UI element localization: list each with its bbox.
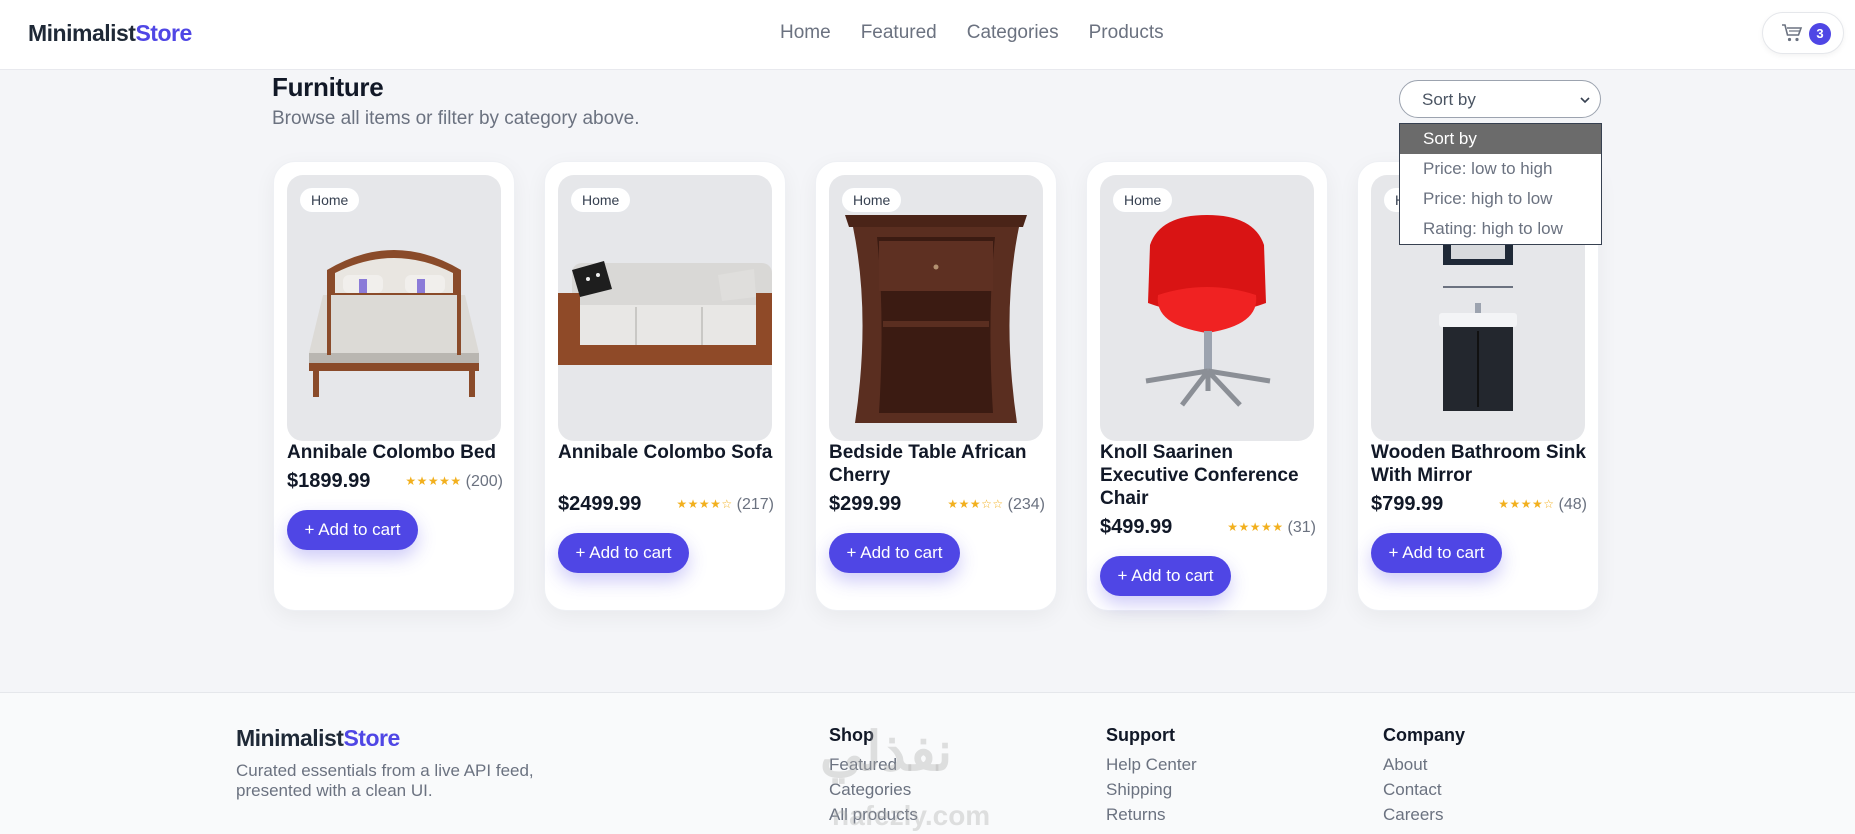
- footer-link-categories[interactable]: Categories: [829, 777, 918, 802]
- cart-icon: [1782, 24, 1803, 42]
- nav-featured[interactable]: Featured: [861, 22, 937, 44]
- review-count: (48): [1558, 496, 1587, 513]
- bed-image: [309, 250, 479, 397]
- sort-dropdown-menu: Sort by Price: low to high Price: high t…: [1399, 123, 1602, 245]
- cart-count-badge: 3: [1809, 23, 1831, 45]
- product-price: $499.99: [1100, 516, 1173, 538]
- footer-link-help-center[interactable]: Help Center: [1106, 752, 1197, 777]
- footer-description: Curated essentials from a live API feed,…: [236, 761, 534, 800]
- footer-link-returns[interactable]: Returns: [1106, 802, 1197, 827]
- product-image[interactable]: Home: [287, 175, 501, 441]
- category-badge: Home: [299, 187, 361, 213]
- site-footer: MinimalistStore Curated essentials from …: [0, 692, 1855, 834]
- footer-link-careers[interactable]: Careers: [1383, 802, 1465, 827]
- chair-image: [1145, 215, 1271, 407]
- page-subtitle: Browse all items or filter by category a…: [272, 108, 640, 129]
- sort-option-default[interactable]: Sort by: [1400, 124, 1601, 154]
- footer-link-about[interactable]: About: [1383, 752, 1465, 777]
- main-nav: Home Featured Categories Products: [780, 22, 1164, 44]
- star-rating-icon: ★★★☆☆: [947, 497, 1004, 511]
- product-rating: ★★★★★ (31): [1227, 519, 1316, 537]
- product-rating: ★★★☆☆ (234): [947, 496, 1045, 514]
- product-card[interactable]: Home Bedside Table African Cherry $299.9…: [815, 161, 1057, 611]
- sort-option-price-desc[interactable]: Price: high to low: [1400, 184, 1601, 214]
- product-image[interactable]: Home: [558, 175, 772, 441]
- footer-column-title: Shop: [829, 725, 874, 745]
- bedside-table-image: [845, 215, 1027, 423]
- price-rating-row: $1899.99 ★★★★★ (200): [287, 470, 503, 494]
- add-to-cart-button[interactable]: + Add to cart: [558, 533, 689, 573]
- footer-logo-text: Minimalist: [236, 725, 344, 751]
- nav-products[interactable]: Products: [1089, 22, 1164, 44]
- product-rating: ★★★★★ (200): [405, 473, 503, 491]
- sofa-image: [558, 261, 772, 365]
- chevron-down-icon: [1580, 97, 1590, 104]
- footer-logo[interactable]: MinimalistStore: [236, 725, 400, 752]
- sort-select[interactable]: Sort by: [1399, 80, 1601, 118]
- footer-logo-accent: Store: [343, 725, 400, 751]
- review-count: (217): [736, 496, 774, 513]
- footer-column-title: Company: [1383, 725, 1466, 745]
- product-image[interactable]: Home: [1100, 175, 1314, 441]
- footer-column-company: Company About Contact Careers: [1383, 725, 1465, 827]
- price-rating-row: $2499.99 ★★★★☆ (217): [558, 493, 774, 517]
- product-name[interactable]: Knoll Saarinen Executive Conference Chai…: [1100, 441, 1316, 510]
- footer-link-all-products[interactable]: All products: [829, 802, 918, 827]
- nav-home[interactable]: Home: [780, 22, 831, 44]
- cart-button[interactable]: 3: [1762, 12, 1844, 54]
- review-count: (234): [1007, 496, 1045, 513]
- footer-column-title: Support: [1106, 725, 1175, 745]
- footer-column-support: Support Help Center Shipping Returns: [1106, 725, 1197, 827]
- price-rating-row: $799.99 ★★★★☆ (48): [1371, 493, 1587, 517]
- footer-column-shop: Shop Featured Categories All products: [829, 725, 918, 827]
- add-to-cart-button[interactable]: + Add to cart: [1371, 533, 1502, 573]
- product-price: $2499.99: [558, 493, 642, 515]
- nav-categories[interactable]: Categories: [967, 22, 1059, 44]
- star-rating-icon: ★★★★★: [405, 474, 462, 488]
- product-rating: ★★★★☆ (217): [676, 496, 774, 514]
- product-card[interactable]: Home Annibale Colombo Sofa $2499.99 ★★★★…: [544, 161, 786, 611]
- product-card[interactable]: Home Knoll Saarinen Executive Conference…: [1086, 161, 1328, 611]
- logo-accent-text: Store: [135, 20, 192, 46]
- star-rating-icon: ★★★★☆: [676, 497, 733, 511]
- product-image[interactable]: Home: [829, 175, 1043, 441]
- star-rating-icon: ★★★★☆: [1498, 497, 1555, 511]
- sort-option-rating-desc[interactable]: Rating: high to low: [1400, 214, 1601, 244]
- store-logo[interactable]: MinimalistStore: [28, 20, 192, 47]
- product-name[interactable]: Wooden Bathroom Sink With Mirror: [1371, 441, 1587, 487]
- footer-link-shipping[interactable]: Shipping: [1106, 777, 1197, 802]
- top-header: MinimalistStore Home Featured Categories…: [0, 0, 1855, 70]
- product-name[interactable]: Bedside Table African Cherry: [829, 441, 1045, 487]
- product-card[interactable]: Home Annibale Colombo Bed $1899.99 ★★★★★…: [273, 161, 515, 611]
- product-name[interactable]: Annibale Colombo Bed: [287, 441, 503, 464]
- category-badge: Home: [1112, 187, 1174, 213]
- add-to-cart-button[interactable]: + Add to cart: [1100, 556, 1231, 596]
- footer-link-contact[interactable]: Contact: [1383, 777, 1465, 802]
- sort-option-price-asc[interactable]: Price: low to high: [1400, 154, 1601, 184]
- add-to-cart-button[interactable]: + Add to cart: [287, 510, 418, 550]
- category-badge: Home: [841, 187, 903, 213]
- product-price: $799.99: [1371, 493, 1444, 515]
- sort-select-value: Sort by: [1422, 90, 1476, 109]
- footer-link-featured[interactable]: Featured: [829, 752, 918, 777]
- product-price: $299.99: [829, 493, 902, 515]
- category-badge: Home: [570, 187, 632, 213]
- star-rating-icon: ★★★★★: [1227, 520, 1284, 534]
- review-count: (200): [465, 473, 503, 490]
- product-price: $1899.99: [287, 470, 371, 492]
- price-rating-row: $499.99 ★★★★★ (31): [1100, 516, 1316, 540]
- add-to-cart-button[interactable]: + Add to cart: [829, 533, 960, 573]
- product-name[interactable]: Annibale Colombo Sofa: [558, 441, 774, 464]
- review-count: (31): [1287, 519, 1316, 536]
- page-title: Furniture: [272, 72, 384, 102]
- price-rating-row: $299.99 ★★★☆☆ (234): [829, 493, 1045, 517]
- product-rating: ★★★★☆ (48): [1498, 496, 1587, 514]
- logo-text: Minimalist: [28, 20, 136, 46]
